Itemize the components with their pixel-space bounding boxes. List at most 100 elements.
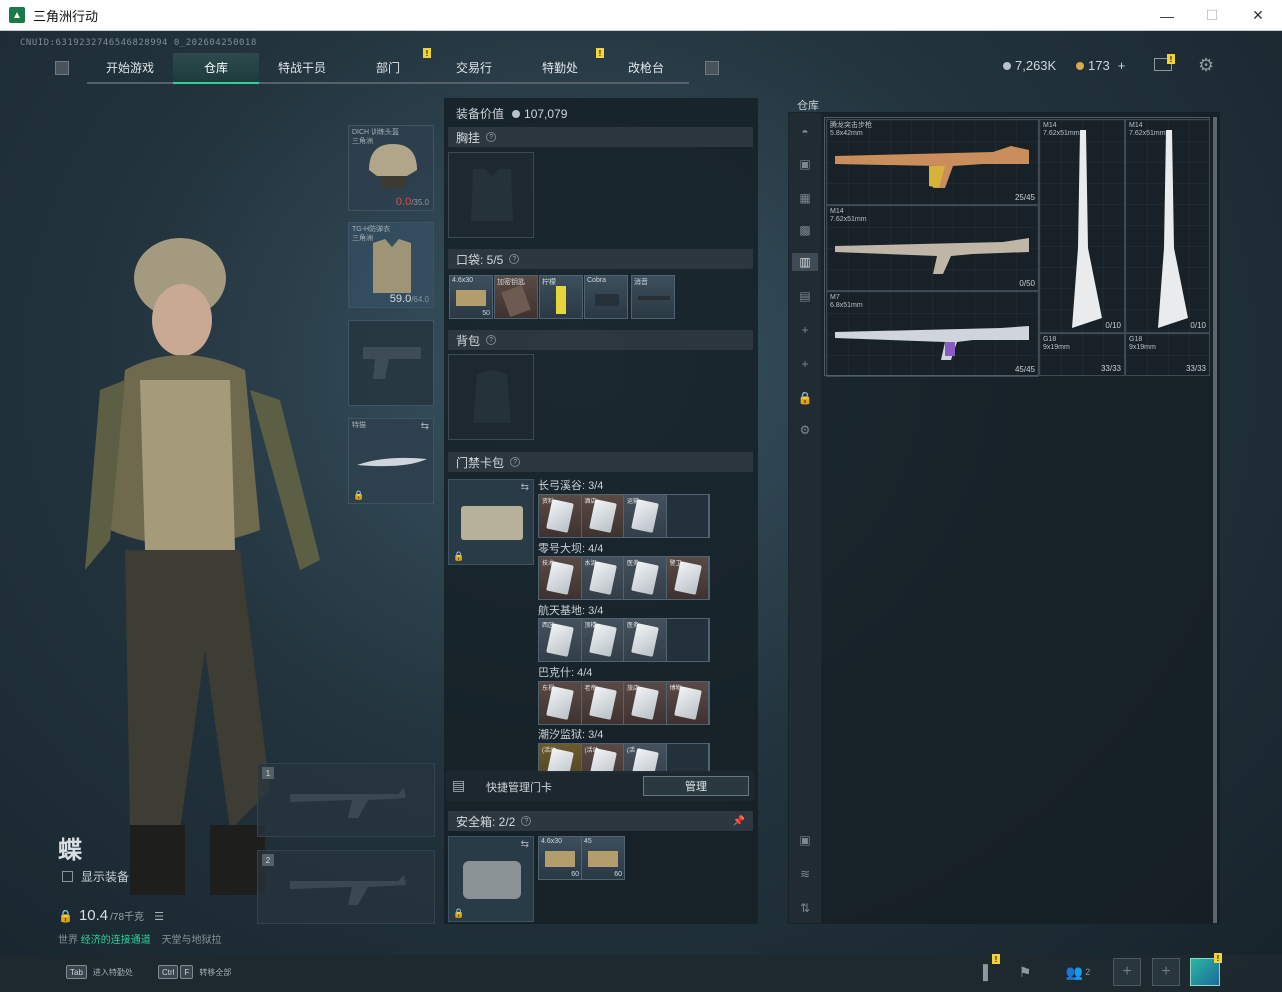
tab-warehouse[interactable]: 仓库 xyxy=(173,52,259,84)
weapon-g18[interactable]: G18 9x19mm 33/33 xyxy=(1125,333,1210,376)
minimize-button[interactable]: — xyxy=(1144,0,1190,31)
keycard-item[interactable]: 技术 xyxy=(539,557,582,599)
keycard-empty-slot[interactable] xyxy=(667,619,709,661)
keycard-item[interactable]: (活动 xyxy=(539,744,582,772)
keycard-item[interactable]: 水泥 xyxy=(581,557,624,599)
pistol-slot[interactable] xyxy=(348,320,434,406)
close-button[interactable]: ✕ xyxy=(1235,0,1281,31)
pocket-item-key[interactable]: 加密钥匙 xyxy=(494,275,538,319)
tab-special-ops[interactable]: 特勤处 xyxy=(517,53,603,84)
manage-keycards-button[interactable]: 管理 xyxy=(643,776,749,796)
hint-special-ops[interactable]: Tab 进入特勤处 xyxy=(66,965,133,979)
help-icon[interactable]: ? xyxy=(509,254,520,264)
status-line: 世界 经济的连接通道 天堂与地狱拉 xyxy=(58,935,222,946)
pocket-item-suppressor[interactable]: 消音 xyxy=(631,275,675,319)
keycard-item[interactable]: 顶楼 xyxy=(581,619,624,661)
nav-next-icon[interactable] xyxy=(705,61,719,75)
keycard-empty-slot[interactable] xyxy=(667,744,709,772)
backpack-slot[interactable] xyxy=(448,354,534,440)
tab-department[interactable]: 部门 xyxy=(345,53,431,84)
transfer-icon[interactable]: ⇅ xyxy=(796,899,814,917)
help-icon[interactable]: ? xyxy=(521,816,532,826)
category-bag-icon[interactable]: ▦ xyxy=(796,189,814,207)
backpack-placeholder-icon xyxy=(473,370,511,423)
keycard-item[interactable]: 旅店 xyxy=(624,682,667,724)
keycard-empty-slot[interactable] xyxy=(667,495,709,537)
weapon-m14-rifle[interactable]: M14 7.62x51mm 0/50 xyxy=(826,205,1039,291)
keycard-map-label: 潮汐监狱: 3/4 xyxy=(538,729,604,741)
friends-button[interactable]: 👥 2 xyxy=(1058,958,1098,986)
weapon-m14-marksman[interactable]: M14 7.62x51mm 0/10 xyxy=(1125,119,1210,333)
lemon-drink-icon xyxy=(556,286,566,314)
weapon-m14-marksman[interactable]: M14 7.62x51mm 0/10 xyxy=(1039,119,1125,333)
primary-weapon-slot-1[interactable]: 1 xyxy=(257,763,435,837)
show-equipment-toggle[interactable]: 显示装备 xyxy=(62,868,129,885)
weapon-g18[interactable]: G18 9x19mm 33/33 xyxy=(1039,333,1125,376)
storage-scrollbar[interactable] xyxy=(1213,117,1217,923)
help-icon[interactable]: ? xyxy=(486,132,497,142)
weight-details-icon[interactable]: ☰ xyxy=(154,910,164,923)
weapon-m7[interactable]: M7 6.8x51mm 45/45 xyxy=(826,291,1039,377)
flag-icon[interactable]: ⚑ xyxy=(1010,958,1040,986)
keycard-item[interactable]: (活动 xyxy=(581,744,624,772)
tab-gunsmith[interactable]: 改枪台 xyxy=(603,53,689,84)
keycard-item[interactable]: (活 xyxy=(624,744,667,772)
tab-operators[interactable]: 特战干员 xyxy=(259,53,345,84)
keycard-item[interactable]: 警卫 xyxy=(666,557,709,599)
chest-rig-slot[interactable] xyxy=(448,152,534,238)
keycard-item[interactable]: 西区 xyxy=(539,619,582,661)
add-teammate-button[interactable]: + xyxy=(1152,958,1180,986)
storage-settings-icon[interactable]: ⚙ xyxy=(796,421,814,439)
keycard-item[interactable]: 运输 xyxy=(624,495,667,537)
tab-start-game[interactable]: 开始游戏 xyxy=(87,53,173,84)
category-armor-icon[interactable]: ▣ xyxy=(796,155,814,173)
locked-category-icon[interactable]: 🔒 xyxy=(796,389,814,407)
gold-coin-icon xyxy=(1076,61,1084,70)
keycard-item[interactable]: 资料 xyxy=(539,495,582,537)
keycard-item[interactable]: 酒店 xyxy=(581,495,624,537)
hint-transfer-all[interactable]: Ctrl F 转移全部 xyxy=(158,965,231,979)
category-attachments-icon[interactable]: ▤ xyxy=(796,287,814,305)
help-icon[interactable]: ? xyxy=(486,335,497,345)
keycard-item[interactable]: 医务 xyxy=(624,557,667,599)
layers-icon[interactable]: ≋ xyxy=(796,865,814,883)
swap-icon[interactable]: ⇆ xyxy=(521,839,529,850)
primary-weapon-slot-2[interactable]: 2 xyxy=(257,850,435,924)
keycard-row: 东视 老帝 旅店 博物 xyxy=(538,681,710,725)
category-helmet-icon[interactable]: ◓ xyxy=(796,123,814,141)
category-rig-icon[interactable]: ▩ xyxy=(796,221,814,239)
weight-lock-icon: 🔒 xyxy=(58,909,73,923)
sort-icon[interactable]: ▣ xyxy=(796,831,814,849)
help-icon[interactable]: ? xyxy=(510,457,521,467)
keycard-bag-slot[interactable]: ⇆ 🔒 xyxy=(448,479,534,565)
weapon-tenglong[interactable]: 腾龙突击步枪 5.8x42mm 25/45 xyxy=(826,119,1039,205)
safe-item-ammo[interactable]: 45 60 xyxy=(581,836,625,880)
add-category-icon[interactable]: + xyxy=(796,321,814,339)
helmet-slot[interactable]: DICH 训练头盔 三角洲 0.0/35.0 xyxy=(348,125,434,211)
pin-icon[interactable]: 📌 xyxy=(733,816,745,827)
settings-gear-icon[interactable]: ⚙ xyxy=(1198,55,1214,76)
keycard-item[interactable]: 老帝 xyxy=(581,682,624,724)
add-teammate-button[interactable]: + xyxy=(1113,958,1141,986)
safe-box-slot[interactable]: ⇆ 🔒 xyxy=(448,836,534,922)
armor-slot[interactable]: TG-H防弹衣 三角洲 59.0/64.0 xyxy=(348,222,434,308)
swap-icon[interactable]: ⇆ xyxy=(521,482,529,493)
keycard-item[interactable]: 医务 xyxy=(624,619,667,661)
stats-alert-badge: ! xyxy=(992,954,1000,964)
pocket-item-lemon[interactable]: 柠檬 xyxy=(539,275,583,319)
maximize-button[interactable]: ☐ xyxy=(1189,0,1235,31)
melee-slot[interactable]: 特猫 ⇆ 🔒 xyxy=(348,418,434,504)
pocket-item-cobra[interactable]: Cobra xyxy=(584,275,628,319)
pocket-item-ammo[interactable]: 4.6x30 50 xyxy=(449,275,493,319)
safe-item-ammo[interactable]: 4.6x30 60 xyxy=(538,836,582,880)
keycard-item[interactable]: 博物 xyxy=(666,682,709,724)
silver-coin-icon xyxy=(512,109,521,118)
add-category-icon[interactable]: + xyxy=(796,355,814,373)
nav-prev-icon[interactable] xyxy=(55,61,69,75)
add-currency-button[interactable]: + xyxy=(1118,58,1126,73)
keycard-item[interactable]: 东视 xyxy=(539,682,582,724)
swap-icon[interactable]: ⇆ xyxy=(421,421,429,432)
tab-trading[interactable]: 交易行 xyxy=(431,53,517,84)
category-weapons-icon[interactable]: ▥ xyxy=(792,253,818,271)
show-equipment-checkbox[interactable] xyxy=(62,871,73,882)
